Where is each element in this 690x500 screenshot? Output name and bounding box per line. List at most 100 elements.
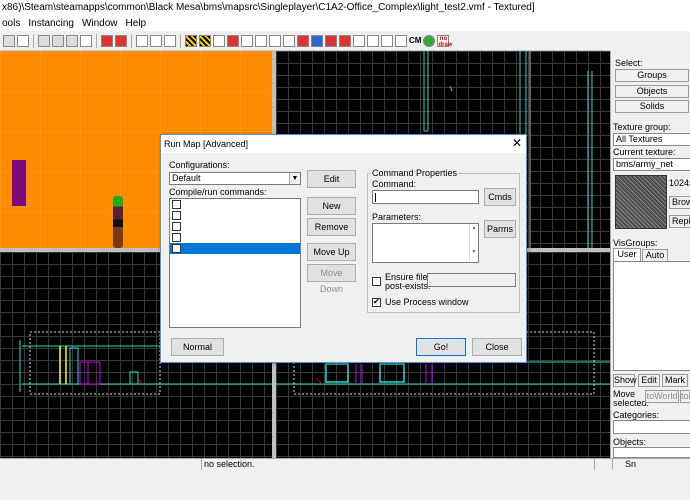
- grid-larger-icon[interactable]: [66, 34, 78, 47]
- cm-button[interactable]: CM: [409, 36, 421, 45]
- categories-label: Categories:: [613, 410, 660, 420]
- vertex-icon[interactable]: [381, 34, 393, 47]
- nodraw-label-1: no: [439, 35, 448, 42]
- parameters-input[interactable]: ▲ ▼: [372, 223, 479, 263]
- categories-select[interactable]: [613, 420, 690, 434]
- leaf-icon[interactable]: [423, 34, 436, 47]
- save-icon[interactable]: [17, 34, 29, 47]
- ensure-file-label-2: post-exists:: [385, 281, 431, 291]
- cut-icon[interactable]: [136, 34, 148, 47]
- status-empty-pane: [0, 459, 202, 470]
- show-button[interactable]: Show: [613, 374, 637, 387]
- normal-button[interactable]: Normal: [171, 338, 224, 356]
- chart-icon[interactable]: [269, 34, 281, 47]
- close-button[interactable]: Close: [472, 338, 522, 356]
- browse-button[interactable]: Brow: [669, 196, 690, 209]
- menu-instancing[interactable]: Instancing: [26, 16, 80, 31]
- config-edit-button[interactable]: Edit: [307, 170, 356, 188]
- move-up-button[interactable]: Move Up: [307, 243, 356, 261]
- open-icon[interactable]: [3, 34, 15, 47]
- current-texture-label: Current texture:: [613, 147, 676, 157]
- hazard-icon[interactable]: [185, 34, 197, 47]
- chevron-down-icon: ▼: [289, 173, 300, 184]
- record-icon[interactable]: [227, 34, 239, 47]
- hide-icon[interactable]: [325, 34, 337, 47]
- command-checkbox[interactable]: [172, 211, 181, 220]
- configuration-select[interactable]: Default ▼: [169, 172, 301, 185]
- current-texture-select[interactable]: bms/army_net: [613, 158, 690, 171]
- snap-icon[interactable]: [353, 34, 365, 47]
- 3d-grid-icon[interactable]: [80, 34, 92, 47]
- cube-icon[interactable]: [101, 34, 113, 47]
- unhide-icon[interactable]: [339, 34, 351, 47]
- objects-button[interactable]: Objects: [615, 85, 689, 98]
- solids-button[interactable]: Solids: [615, 100, 689, 113]
- command-checkbox[interactable]: [172, 233, 181, 242]
- cmds-button[interactable]: Cmds: [484, 188, 516, 206]
- close-icon[interactable]: ✕: [512, 136, 522, 150]
- select-icon[interactable]: [255, 34, 267, 47]
- run-icon[interactable]: [395, 34, 407, 47]
- paste-icon[interactable]: [164, 34, 176, 47]
- ensure-file-input[interactable]: [427, 273, 516, 287]
- texture-icon[interactable]: [213, 34, 225, 47]
- command-row[interactable]: [170, 221, 300, 232]
- compile-commands-list[interactable]: [169, 198, 301, 328]
- toolbar-separator: [33, 33, 34, 48]
- remove-button[interactable]: Remove: [307, 218, 356, 236]
- command-checkbox[interactable]: [172, 222, 181, 231]
- objects-select[interactable]: [613, 447, 690, 458]
- ungroup-icon[interactable]: [311, 34, 323, 47]
- texture-size: 1024x1: [669, 178, 690, 188]
- command-row[interactable]: [170, 199, 300, 210]
- cube-alt-icon[interactable]: [115, 34, 127, 47]
- ensure-file-checkbox[interactable]: [372, 277, 381, 286]
- menu-bar: ools Instancing Window Help: [0, 16, 690, 31]
- command-checkbox[interactable]: [172, 200, 181, 209]
- move-selected-label-2: selected:: [613, 398, 650, 408]
- status-pane-2: [595, 459, 613, 470]
- to-world-button[interactable]: toWorld: [645, 390, 679, 403]
- status-bar: no selection. Sn: [0, 458, 690, 470]
- grid-smaller-icon[interactable]: [52, 34, 64, 47]
- command-row-selected[interactable]: [170, 243, 300, 254]
- entity-icon[interactable]: [241, 34, 253, 47]
- move-down-button[interactable]: Move Down: [307, 264, 356, 294]
- use-process-window-checkbox[interactable]: [372, 297, 381, 307]
- nodraw-icon[interactable]: no draw: [437, 34, 452, 48]
- group-icon[interactable]: [297, 34, 309, 47]
- run-map-dialog: Run Map [Advanced] ✕ Configurations: Def…: [160, 134, 527, 363]
- texture-preview[interactable]: [615, 175, 667, 229]
- configuration-value: Default: [172, 173, 201, 183]
- parameters-scrollbar[interactable]: ▲ ▼: [469, 224, 478, 262]
- settings-icon[interactable]: [367, 34, 379, 47]
- groups-button[interactable]: Groups: [615, 69, 689, 82]
- command-checkbox[interactable]: [172, 244, 181, 253]
- hazard-alt-icon[interactable]: [199, 34, 211, 47]
- replace-button[interactable]: Repla: [669, 215, 690, 228]
- menu-tools[interactable]: ools: [0, 16, 26, 31]
- copy-icon[interactable]: [150, 34, 162, 47]
- toolbar-separator: [180, 33, 181, 48]
- parameters-label: Parameters:: [372, 212, 422, 222]
- toolbar: CM no draw: [0, 31, 610, 51]
- texture-group-select[interactable]: All Textures: [613, 133, 690, 146]
- to-entity-button[interactable]: toE: [680, 390, 690, 403]
- visgroups-list[interactable]: [613, 261, 690, 371]
- command-row[interactable]: [170, 232, 300, 243]
- new-button[interactable]: New: [307, 197, 356, 215]
- menu-window[interactable]: Window: [80, 16, 124, 31]
- command-row[interactable]: [170, 210, 300, 221]
- tab-user[interactable]: User: [613, 248, 641, 261]
- mark-button[interactable]: Mark: [662, 374, 688, 387]
- parms-button[interactable]: Parms: [484, 220, 516, 238]
- dialog-title: Run Map [Advanced]: [161, 135, 526, 153]
- compile-commands-label: Compile/run commands:: [169, 187, 267, 197]
- visgroup-edit-button[interactable]: Edit: [638, 374, 660, 387]
- grid-icon[interactable]: [38, 34, 50, 47]
- entity-model: [113, 196, 123, 248]
- command-input[interactable]: [372, 190, 479, 204]
- menu-help[interactable]: Help: [124, 16, 153, 31]
- go-button[interactable]: Go!: [416, 338, 466, 356]
- zoom-icon[interactable]: [283, 34, 295, 47]
